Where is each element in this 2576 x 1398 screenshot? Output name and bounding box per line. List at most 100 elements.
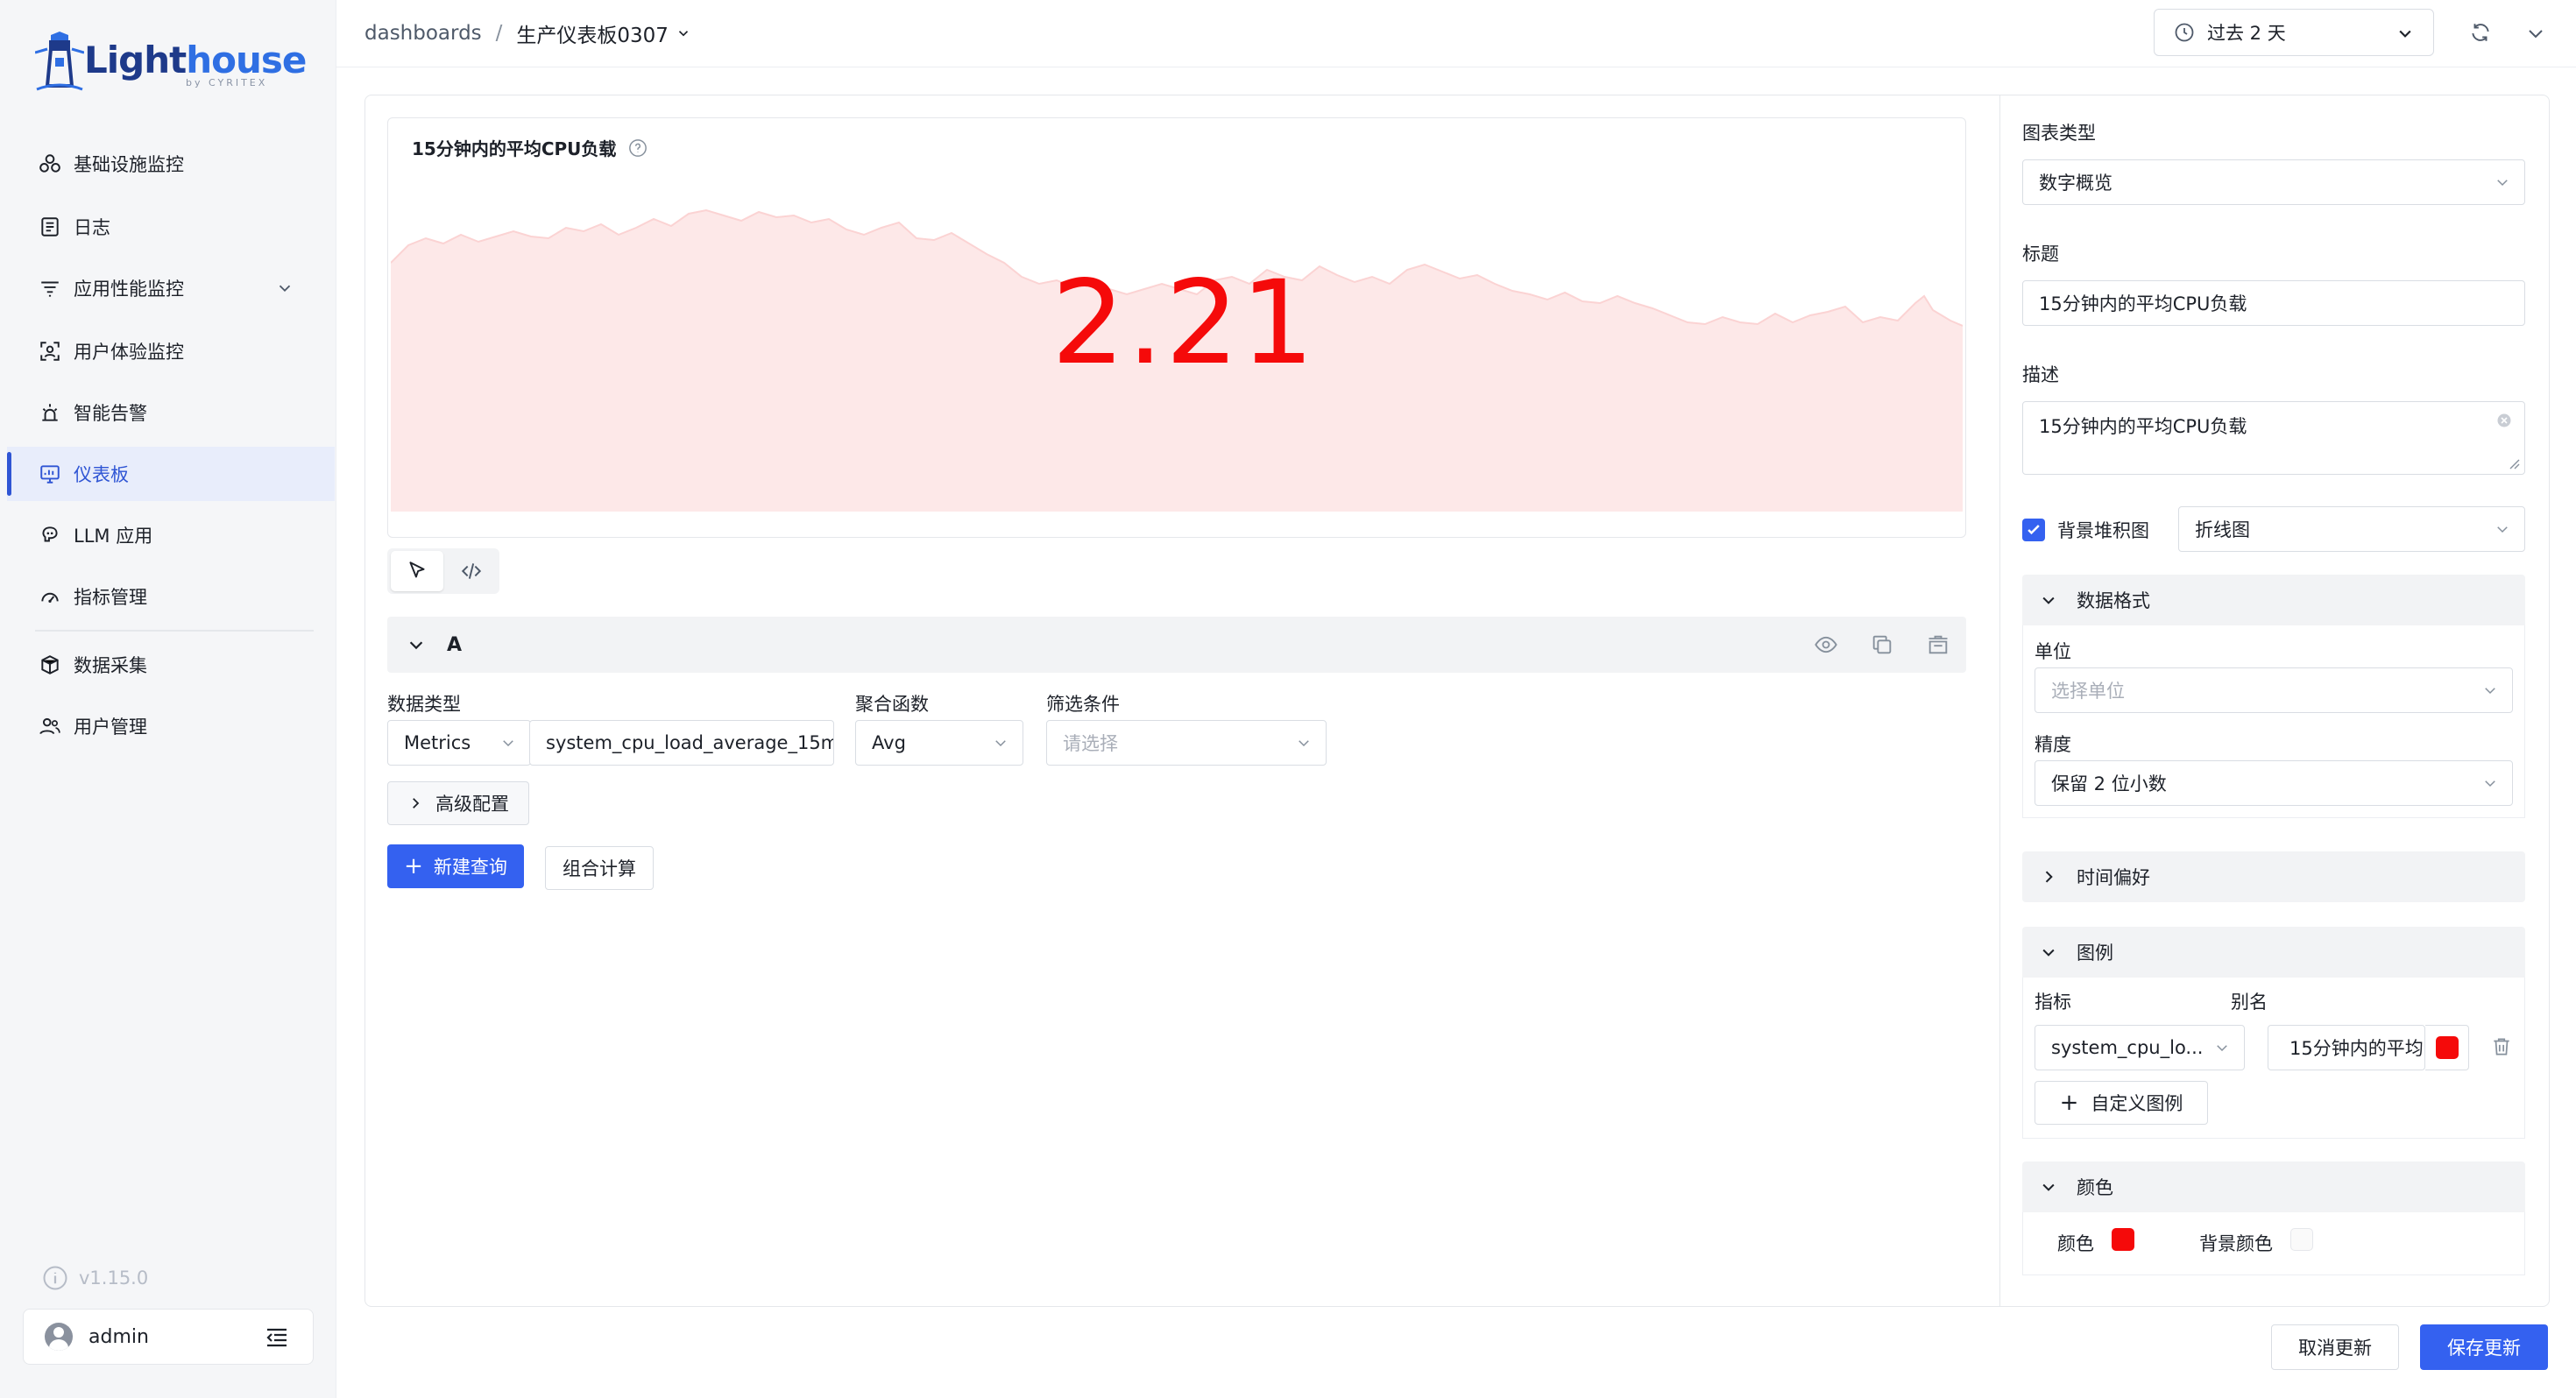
avatar	[45, 1323, 73, 1351]
cancel-update-button[interactable]: 取消更新	[2271, 1324, 2399, 1370]
time-range-picker[interactable]: 过去 2 天	[2154, 9, 2434, 56]
sidebar-item-label: 日志	[74, 217, 110, 238]
breadcrumb-current[interactable]: 生产仪表板0307	[516, 18, 669, 48]
breadcrumb: dashboards / 生产仪表板0307	[364, 19, 691, 47]
code-mode-button[interactable]	[445, 551, 498, 591]
metric-select[interactable]: system_cpu_load_average_15m	[529, 720, 834, 766]
logo-text: Lighthouse	[84, 39, 307, 81]
visual-mode-button[interactable]	[391, 551, 443, 591]
chevron-down-icon	[2497, 526, 2508, 533]
sidebar-item-dashboard[interactable]: 仪表板	[7, 447, 335, 501]
lighthouse-logo-icon	[35, 32, 84, 91]
sidebar-item-label: 仪表板	[74, 464, 129, 485]
chevron-down-icon	[2042, 949, 2055, 957]
copy-icon[interactable]	[1870, 632, 1894, 657]
infrastructure-icon	[39, 154, 60, 173]
chevron-down-icon[interactable]	[275, 279, 294, 298]
legend-metric-value: system_cpu_lo...	[2051, 1037, 2204, 1058]
new-query-button[interactable]: + 新建查询	[387, 844, 524, 888]
chevron-down-icon	[2497, 180, 2508, 187]
legend-metric-select[interactable]: system_cpu_lo...	[2035, 1025, 2245, 1070]
save-update-button[interactable]: 保存更新	[2420, 1324, 2548, 1370]
advanced-config-button[interactable]: 高级配置	[387, 781, 529, 825]
chevron-right-icon	[413, 798, 420, 808]
color-title: 颜色	[2077, 1177, 2113, 1198]
user-menu[interactable]: admin	[23, 1309, 314, 1365]
active-indicator	[7, 452, 11, 496]
data-type-value: Metrics	[404, 732, 471, 753]
chevron-down-icon	[1299, 740, 1309, 747]
data-format-section-header[interactable]: 数据格式	[2022, 575, 2525, 625]
legend-metric-label: 指标	[2035, 992, 2071, 1013]
chevron-down-icon	[2399, 30, 2411, 38]
chevron-down-icon[interactable]	[676, 25, 691, 41]
color-section-header[interactable]: 颜色	[2022, 1161, 2525, 1212]
chevron-down-icon	[2217, 1045, 2227, 1052]
sidebar-item-llm[interactable]: LLM 应用	[7, 508, 335, 562]
user-name: admin	[88, 1325, 149, 1348]
bg-stack-type-select[interactable]: 折线图	[2178, 506, 2525, 552]
plus-icon: +	[2059, 1090, 2079, 1116]
chevron-down-icon	[2042, 1183, 2055, 1191]
description-label: 描述	[2022, 364, 2059, 385]
series-color-swatch[interactable]	[2112, 1228, 2134, 1251]
legend-alias-label: 别名	[2231, 992, 2268, 1013]
sidebar-item-user-management[interactable]: 用户管理	[7, 699, 335, 753]
sidebar-item-log[interactable]: 日志	[7, 200, 335, 254]
custom-legend-button[interactable]: + 自定义图例	[2035, 1081, 2208, 1125]
collapse-sidebar-icon[interactable]	[265, 1327, 288, 1348]
time-pref-title: 时间偏好	[2077, 867, 2150, 888]
sidebar-item-apm[interactable]: 应用性能监控	[7, 261, 335, 315]
title-input-value: 15分钟内的平均CPU负载	[2039, 293, 2247, 314]
bg-color-swatch[interactable]	[2290, 1228, 2313, 1251]
resize-handle-icon[interactable]	[2507, 456, 2521, 470]
apm-icon	[41, 281, 59, 297]
breadcrumb-root[interactable]: dashboards	[364, 22, 482, 45]
aggregation-select[interactable]: Avg	[855, 720, 1023, 766]
precision-select[interactable]: 保留 2 位小数	[2035, 760, 2513, 806]
data-type-select[interactable]: Metrics	[387, 720, 531, 766]
preview-title: 15分钟内的平均CPU负载	[412, 135, 648, 160]
sidebar-item-alert[interactable]: 智能告警	[7, 385, 335, 440]
chevron-down-icon[interactable]	[2525, 23, 2546, 44]
unit-placeholder: 选择单位	[2051, 681, 2125, 702]
sidebar-item-metrics[interactable]: 指标管理	[7, 569, 335, 624]
query-header[interactable]: A	[387, 617, 1966, 673]
trash-icon[interactable]	[2490, 1035, 2513, 1058]
sidebar-item-label: LLM 应用	[74, 526, 153, 547]
chart-type-select[interactable]: 数字概览	[2022, 159, 2525, 205]
combine-calc-button[interactable]: 组合计算	[545, 846, 654, 890]
refresh-icon[interactable]	[2469, 21, 2492, 44]
clear-icon[interactable]	[2496, 413, 2512, 428]
time-pref-section-header[interactable]: 时间偏好	[2022, 851, 2525, 902]
sidebar-item-label: 智能告警	[74, 403, 147, 424]
filter-select[interactable]: 请选择	[1046, 720, 1327, 766]
eye-icon[interactable]	[1814, 632, 1838, 657]
metrics-icon	[41, 592, 59, 604]
sidebar-item-user-experience[interactable]: 用户体验监控	[7, 324, 335, 378]
data-collection-icon	[41, 655, 59, 674]
dashboard-icon	[40, 465, 60, 484]
unit-label: 单位	[2035, 641, 2071, 662]
advanced-config-label: 高级配置	[435, 794, 509, 815]
delete-icon[interactable]	[1926, 632, 1950, 657]
unit-select[interactable]: 选择单位	[2035, 667, 2513, 713]
legend-alias-input[interactable]: 15分钟内的平均	[2268, 1025, 2425, 1070]
sidebar-item-data-collection[interactable]: 数据采集	[7, 638, 335, 692]
description-textarea[interactable]: 15分钟内的平均CPU负载	[2022, 401, 2525, 475]
sidebar-divider	[35, 630, 314, 632]
bg-stack-checkbox[interactable]	[2022, 519, 2045, 541]
combine-calc-label: 组合计算	[563, 858, 636, 879]
sidebar-item-label: 用户体验监控	[74, 342, 184, 363]
alert-icon	[42, 404, 58, 421]
time-range-value: 过去 2 天	[2207, 23, 2286, 44]
chevron-down-icon[interactable]	[407, 635, 426, 654]
help-icon[interactable]	[628, 138, 648, 158]
color-section-body	[2022, 1212, 2525, 1275]
legend-section-header[interactable]: 图例	[2022, 927, 2525, 978]
title-input[interactable]: 15分钟内的平均CPU负载	[2022, 280, 2525, 326]
legend-color-picker[interactable]	[2425, 1025, 2469, 1070]
sidebar-item-infrastructure[interactable]: 基础设施监控	[7, 137, 335, 191]
filter-label: 筛选条件	[1046, 694, 1120, 715]
check-icon	[2028, 525, 2040, 535]
